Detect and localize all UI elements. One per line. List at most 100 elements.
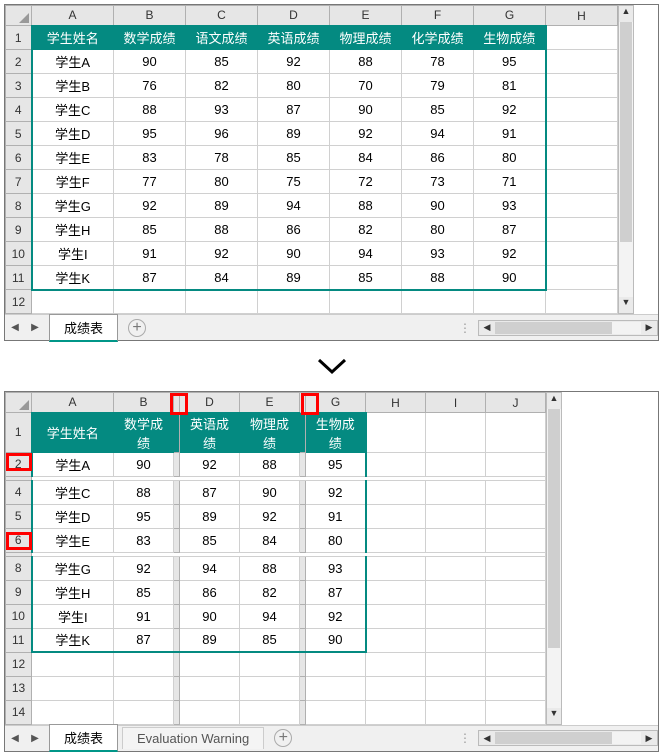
cell[interactable]: 学生H bbox=[32, 218, 114, 242]
scroll-right-icon[interactable]: ▶ bbox=[641, 322, 657, 333]
cell[interactable]: 90 bbox=[306, 628, 366, 652]
sheet-tab-active[interactable]: 成绩表 bbox=[49, 314, 118, 342]
cell[interactable]: 82 bbox=[186, 74, 258, 98]
cell[interactable]: 92 bbox=[114, 194, 186, 218]
cell[interactable]: 学生B bbox=[32, 74, 114, 98]
cell[interactable] bbox=[426, 556, 486, 580]
row-header[interactable]: 7 bbox=[6, 170, 32, 194]
row-header-1[interactable]: 1 bbox=[6, 26, 32, 50]
col-header-F[interactable]: F bbox=[402, 6, 474, 26]
table-header[interactable]: 生物成绩 bbox=[474, 26, 546, 50]
cell[interactable] bbox=[306, 676, 366, 700]
cell[interactable] bbox=[306, 652, 366, 676]
cell[interactable] bbox=[366, 413, 426, 453]
cell[interactable]: 90 bbox=[114, 452, 174, 476]
cell[interactable]: 学生G bbox=[32, 194, 114, 218]
select-all-corner[interactable] bbox=[6, 6, 32, 26]
cell[interactable] bbox=[486, 556, 546, 580]
row-header[interactable]: 10 bbox=[6, 242, 32, 266]
cell[interactable] bbox=[486, 504, 546, 528]
tab-nav-next-icon[interactable]: ▶ bbox=[25, 318, 45, 338]
cell[interactable] bbox=[546, 218, 618, 242]
cell[interactable] bbox=[366, 700, 426, 724]
cell[interactable] bbox=[426, 700, 486, 724]
cell[interactable]: 87 bbox=[474, 218, 546, 242]
table-header[interactable]: 学生姓名 bbox=[32, 26, 114, 50]
col-header-A[interactable]: A bbox=[32, 6, 114, 26]
cell[interactable]: 88 bbox=[114, 98, 186, 122]
cell[interactable]: 92 bbox=[306, 480, 366, 504]
cell[interactable]: 92 bbox=[474, 242, 546, 266]
cell[interactable]: 95 bbox=[306, 452, 366, 476]
cell[interactable]: 84 bbox=[330, 146, 402, 170]
cell[interactable]: 79 bbox=[402, 74, 474, 98]
cell[interactable]: 78 bbox=[402, 50, 474, 74]
cell[interactable] bbox=[32, 290, 114, 314]
cell[interactable]: 94 bbox=[180, 556, 240, 580]
cell[interactable]: 89 bbox=[258, 266, 330, 290]
cell[interactable] bbox=[486, 452, 546, 476]
cell[interactable] bbox=[114, 652, 174, 676]
cell[interactable]: 学生D bbox=[32, 504, 114, 528]
cell[interactable] bbox=[366, 480, 426, 504]
column-headers[interactable]: A B D E G H I J bbox=[6, 393, 546, 413]
bottom-grid[interactable]: A B D E G H I J 1 学生姓名 数学成绩 英语成绩 物理成绩 生物… bbox=[5, 392, 546, 725]
tab-nav-prev-icon[interactable]: ◀ bbox=[5, 318, 25, 338]
cell[interactable] bbox=[366, 452, 426, 476]
table-header[interactable]: 语文成绩 bbox=[186, 26, 258, 50]
cell[interactable] bbox=[366, 676, 426, 700]
cell[interactable]: 92 bbox=[258, 50, 330, 74]
cell[interactable]: 95 bbox=[114, 122, 186, 146]
cell[interactable] bbox=[426, 652, 486, 676]
vertical-scrollbar[interactable]: ▲ ▼ bbox=[546, 392, 562, 725]
cell[interactable]: 85 bbox=[114, 580, 174, 604]
scroll-right-icon[interactable]: ▶ bbox=[641, 733, 657, 744]
cell[interactable]: 92 bbox=[180, 452, 240, 476]
cell[interactable]: 94 bbox=[402, 122, 474, 146]
cell[interactable] bbox=[426, 528, 486, 552]
cell[interactable] bbox=[486, 700, 546, 724]
scroll-down-icon[interactable]: ▼ bbox=[547, 708, 561, 724]
cell[interactable]: 88 bbox=[186, 218, 258, 242]
cell[interactable] bbox=[486, 413, 546, 453]
cell[interactable]: 学生C bbox=[32, 98, 114, 122]
cell[interactable] bbox=[546, 290, 618, 314]
cell[interactable] bbox=[366, 528, 426, 552]
table-header[interactable]: 化学成绩 bbox=[402, 26, 474, 50]
row-header[interactable]: 13 bbox=[6, 676, 32, 700]
cell[interactable] bbox=[546, 170, 618, 194]
cell[interactable]: 92 bbox=[114, 556, 174, 580]
cell[interactable]: 86 bbox=[258, 218, 330, 242]
row-header[interactable]: 4 bbox=[6, 480, 32, 504]
table-header[interactable]: 物理成绩 bbox=[330, 26, 402, 50]
cell[interactable] bbox=[402, 290, 474, 314]
cell[interactable]: 86 bbox=[180, 580, 240, 604]
row-header[interactable]: 2 bbox=[6, 452, 32, 476]
cell[interactable]: 83 bbox=[114, 146, 186, 170]
cell[interactable]: 94 bbox=[240, 604, 300, 628]
add-sheet-button[interactable]: + bbox=[274, 729, 292, 747]
cell[interactable] bbox=[426, 676, 486, 700]
cell[interactable]: 88 bbox=[240, 556, 300, 580]
cell[interactable]: 学生D bbox=[32, 122, 114, 146]
cell[interactable] bbox=[474, 290, 546, 314]
cell[interactable] bbox=[486, 604, 546, 628]
cell[interactable] bbox=[486, 580, 546, 604]
cell[interactable] bbox=[546, 26, 618, 50]
scroll-up-icon[interactable]: ▲ bbox=[547, 393, 561, 409]
col-header-G[interactable]: G bbox=[306, 393, 366, 413]
row-header[interactable]: 10 bbox=[6, 604, 32, 628]
scroll-thumb[interactable] bbox=[620, 22, 632, 242]
row-header[interactable]: 11 bbox=[6, 266, 32, 290]
cell[interactable]: 82 bbox=[240, 580, 300, 604]
cell[interactable] bbox=[366, 556, 426, 580]
row-header[interactable]: 3 bbox=[6, 74, 32, 98]
row-header[interactable]: 9 bbox=[6, 218, 32, 242]
cell[interactable]: 76 bbox=[114, 74, 186, 98]
cell[interactable]: 75 bbox=[258, 170, 330, 194]
table-header[interactable]: 英语成绩 bbox=[258, 26, 330, 50]
cell[interactable]: 95 bbox=[114, 504, 174, 528]
cell[interactable] bbox=[426, 580, 486, 604]
cell[interactable] bbox=[486, 480, 546, 504]
cell[interactable]: 85 bbox=[330, 266, 402, 290]
